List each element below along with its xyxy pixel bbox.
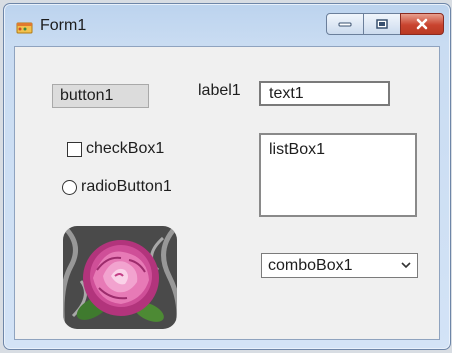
maximize-icon xyxy=(376,19,388,29)
listbox1[interactable]: listBox1 xyxy=(259,133,417,217)
rose-image xyxy=(63,226,177,329)
form-window: Form1 button1 label1 text1 checkBox1 rad… xyxy=(3,3,451,350)
form-client-area: button1 label1 text1 checkBox1 radioButt… xyxy=(14,46,440,340)
chevron-down-icon[interactable] xyxy=(399,258,413,272)
minimize-icon xyxy=(338,22,352,27)
close-button[interactable] xyxy=(400,13,444,35)
combobox1-value: comboBox1 xyxy=(268,257,353,274)
minimize-button[interactable] xyxy=(326,13,364,35)
radiobutton1-label: radioButton1 xyxy=(81,178,172,195)
checkbox-box[interactable] xyxy=(67,141,82,157)
close-icon xyxy=(416,18,428,30)
checkbox1[interactable]: checkBox1 xyxy=(67,140,164,158)
list-item[interactable]: listBox1 xyxy=(269,141,415,159)
text1-textbox[interactable]: text1 xyxy=(259,81,390,106)
checkbox1-label: checkBox1 xyxy=(86,140,165,157)
window-title: Form1 xyxy=(40,17,87,34)
combobox1[interactable]: comboBox1 xyxy=(261,253,418,278)
radiobutton1[interactable]: radioButton1 xyxy=(62,178,172,196)
title-bar[interactable]: Form1 xyxy=(4,4,450,46)
form-app-icon[interactable] xyxy=(16,20,34,34)
picturebox1 xyxy=(63,226,177,329)
maximize-button[interactable] xyxy=(363,13,401,35)
radio-circle[interactable] xyxy=(62,179,77,195)
caption-buttons xyxy=(326,13,444,35)
button1[interactable]: button1 xyxy=(52,84,149,108)
label1: label1 xyxy=(198,82,241,99)
